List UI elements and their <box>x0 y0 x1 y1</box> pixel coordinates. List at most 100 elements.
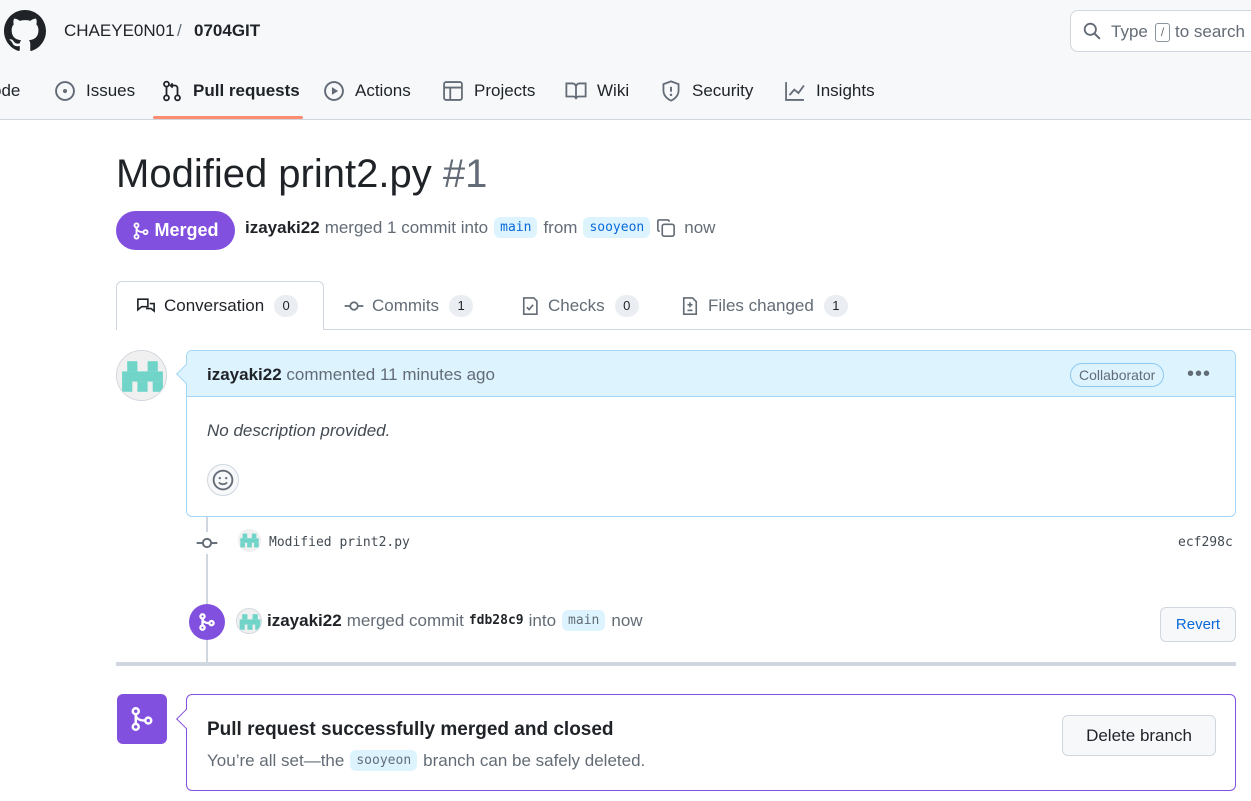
identicon-icon <box>238 529 261 552</box>
nav-wiki[interactable]: Wiki <box>565 78 629 104</box>
nav-projects[interactable]: Projects <box>442 78 535 104</box>
comment-header: izayaki22 commented 11 minutes ago Colla… <box>187 351 1235 397</box>
repo-owner-link[interactable]: CHAEYE0N01 <box>64 21 175 41</box>
identicon-icon <box>237 609 261 633</box>
merge-icon <box>131 706 153 732</box>
base-branch-link[interactable]: main <box>494 217 538 238</box>
tab-files-changed-label: Files changed <box>708 296 814 315</box>
comment-action: commented 11 minutes ago <box>286 365 495 384</box>
merge-icon <box>134 221 149 240</box>
kebab-menu-icon[interactable]: ••• <box>1187 363 1211 386</box>
pr-number: #1 <box>442 152 488 196</box>
tab-files-changed[interactable]: Files changed 1 <box>680 295 848 317</box>
pr-title: Modified print2.py <box>116 152 432 196</box>
pr-meta: izayaki22 merged 1 commit into main from… <box>245 217 715 238</box>
merge-text-1: merged commit <box>346 610 464 630</box>
checklist-icon <box>522 297 538 315</box>
pr-from-text: from <box>543 217 578 237</box>
nav-projects-label: Projects <box>474 81 536 100</box>
nav-insights-label: Insights <box>816 81 875 100</box>
graph-icon <box>785 82 805 101</box>
active-tab-underline <box>153 116 303 119</box>
identicon-icon <box>117 351 166 400</box>
comment-body: No description provided. <box>207 421 391 440</box>
pull-request-icon <box>163 80 181 102</box>
nav-issues-label: Issues <box>86 81 136 100</box>
merge-sha-link[interactable]: fdb28c9 <box>469 613 524 628</box>
book-icon <box>565 82 587 100</box>
tab-commits[interactable]: Commits 1 <box>344 295 474 317</box>
nav-actions[interactable]: Actions <box>323 78 411 104</box>
merge-status-subtitle: You’re all set—the sooyeon branch can be… <box>207 750 645 771</box>
commit-avatar[interactable] <box>238 529 261 552</box>
tab-conversation[interactable]: Conversation 0 <box>136 295 299 317</box>
tab-checks-label: Checks <box>548 296 605 315</box>
commit-message-link[interactable]: Modified print2.py <box>269 535 410 550</box>
repo-header: CHAEYE0N01 / 0704GIT Type / to search od… <box>0 0 1251 120</box>
search-input[interactable]: Type / to search <box>1070 10 1251 52</box>
merge-branch-link[interactable]: main <box>562 610 606 631</box>
nav-actions-label: Actions <box>355 81 411 100</box>
merge-author-link[interactable]: izayaki22 <box>267 611 342 631</box>
merge-icon <box>199 613 215 631</box>
collaborator-badge: Collaborator <box>1070 363 1165 387</box>
pr-action-text: merged 1 commit into <box>324 217 489 237</box>
nav-pull-requests[interactable]: Pull requests <box>161 78 300 104</box>
status-badge: Merged <box>116 211 235 250</box>
search-icon <box>1083 22 1101 40</box>
comment-author-link[interactable]: izayaki22 <box>207 365 282 384</box>
table-icon <box>443 81 463 101</box>
tab-commits-label: Commits <box>372 296 440 315</box>
merge-event-text: izayaki22 merged commit fdb28c9 into mai… <box>267 610 643 631</box>
merge-avatar[interactable] <box>236 608 262 634</box>
nav-code-label: ode <box>0 81 21 100</box>
copy-icon[interactable] <box>656 218 676 238</box>
search-placeholder-suffix: to search <box>1175 22 1245 41</box>
nav-pull-requests-label: Pull requests <box>193 81 300 100</box>
pr-author-link[interactable]: izayaki22 <box>245 218 320 238</box>
nav-insights[interactable]: Insights <box>784 78 875 104</box>
tab-commits-count: 1 <box>449 295 474 317</box>
merge-status-sub-suffix: branch can be safely deleted. <box>423 750 646 770</box>
merge-status-branch[interactable]: sooyeon <box>350 750 418 771</box>
search-shortcut-key: / <box>1155 23 1170 42</box>
smiley-icon <box>212 469 234 491</box>
comment-card: izayaki22 commented 11 minutes ago Colla… <box>186 350 1236 517</box>
revert-button[interactable]: Revert <box>1160 607 1236 642</box>
commit-sha-link[interactable]: ecf298c <box>1178 535 1233 550</box>
merge-status-title: Pull request successfully merged and clo… <box>207 719 614 740</box>
search-placeholder-prefix: Type <box>1111 22 1148 41</box>
commit-icon <box>196 532 218 554</box>
tab-conversation-label: Conversation <box>164 296 265 315</box>
tab-conversation-count: 0 <box>274 295 299 317</box>
nav-security[interactable]: Security <box>660 78 753 104</box>
play-icon <box>324 81 344 101</box>
pr-time: now <box>684 217 716 237</box>
repo-name-link[interactable]: 0704GIT <box>194 21 260 41</box>
comment-header-text: izayaki22 commented 11 minutes ago <box>207 365 495 385</box>
file-diff-icon <box>682 297 698 315</box>
issue-icon <box>55 81 75 101</box>
nav-code[interactable]: ode <box>0 78 20 104</box>
nav-issues[interactable]: Issues <box>54 78 135 104</box>
merge-status-card: Pull request successfully merged and clo… <box>186 694 1236 791</box>
comment-discussion-icon <box>137 298 155 313</box>
merge-status-icon-box <box>117 694 167 744</box>
merge-status-sub-prefix: You’re all set—the <box>207 750 345 770</box>
page-title: Modified print2.py #1 <box>116 152 487 197</box>
breadcrumb-separator: / <box>177 21 182 40</box>
status-badge-label: Merged <box>154 220 219 240</box>
timeline-divider <box>116 662 1236 666</box>
merge-event-badge <box>189 604 225 640</box>
tab-checks[interactable]: Checks 0 <box>520 295 639 317</box>
delete-branch-button[interactable]: Delete branch <box>1062 715 1216 756</box>
commit-icon <box>344 301 364 311</box>
avatar[interactable] <box>116 350 167 401</box>
add-reaction-button[interactable] <box>207 464 239 496</box>
tab-checks-count: 0 <box>614 295 639 317</box>
tab-files-changed-count: 1 <box>823 295 848 317</box>
merge-time: now <box>611 610 643 630</box>
github-logo-icon[interactable] <box>4 10 46 52</box>
nav-wiki-label: Wiki <box>597 81 630 100</box>
head-branch-link[interactable]: sooyeon <box>583 217 651 238</box>
